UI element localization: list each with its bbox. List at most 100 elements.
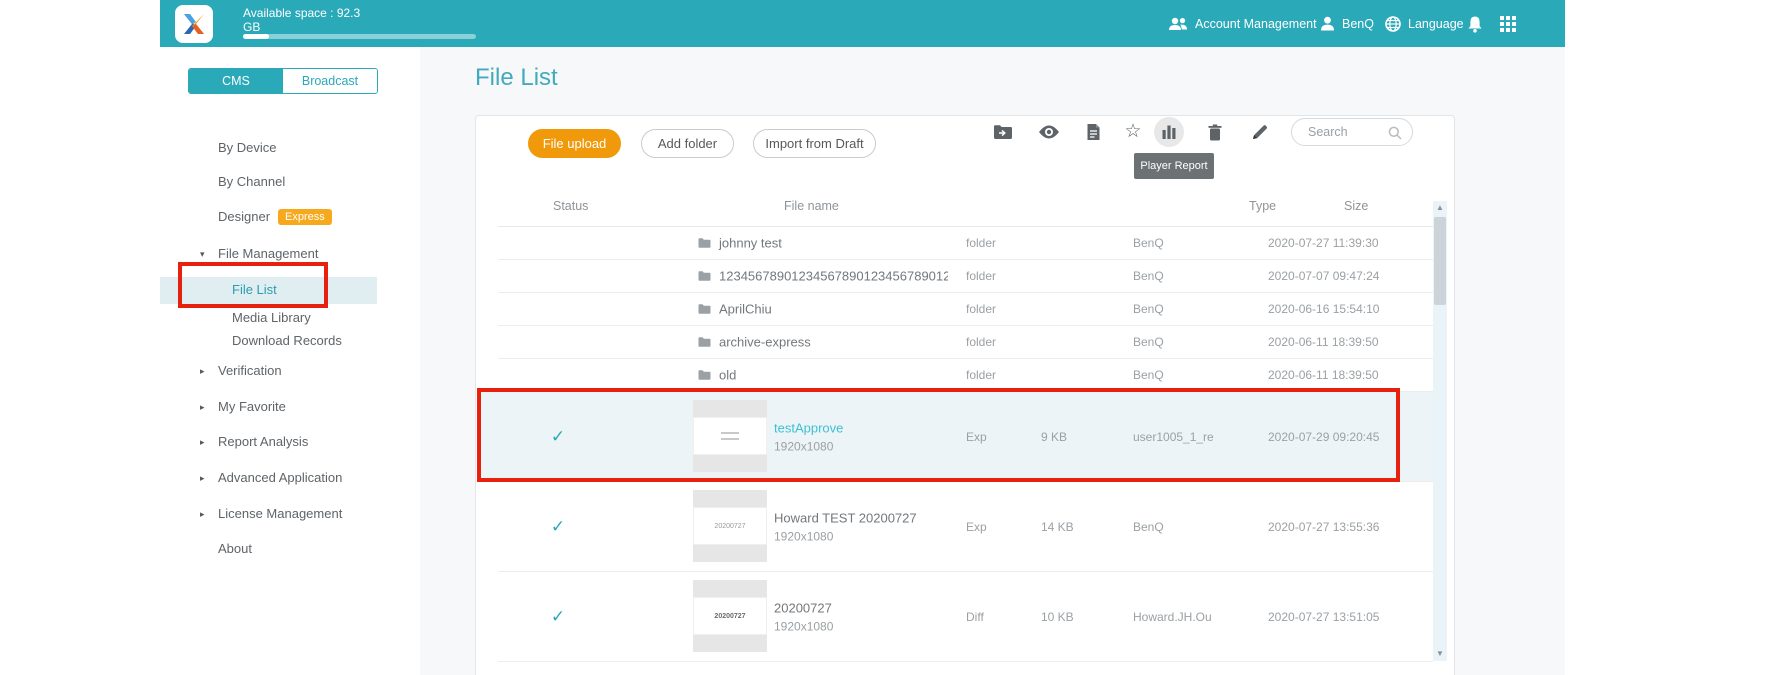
cell-type: Diff <box>966 610 984 624</box>
table-row-folder[interactable]: 1234567890123456789012345678901234567...… <box>498 260 1433 293</box>
cell-owner: Howard.JH.Ou <box>1133 610 1212 624</box>
page-title: File List <box>475 64 558 92</box>
table-row-file[interactable]: ✓ 20200727 20200727 1920x1080 Diff 10 KB… <box>498 572 1433 662</box>
scrollbar-thumb[interactable] <box>1434 217 1446 305</box>
scroll-down-arrow[interactable]: ▼ <box>1433 647 1447 661</box>
cell-owner: BenQ <box>1133 302 1164 316</box>
file-thumbnail[interactable] <box>693 400 767 474</box>
sidebar-item-file-management[interactable]: ▾ File Management <box>160 243 420 265</box>
cell-date: 2020-07-27 13:55:36 <box>1268 520 1379 534</box>
favorite-button[interactable]: ☆ <box>1122 121 1144 143</box>
folder-name: johnny test <box>719 236 782 251</box>
thumbnail-placeholder-lines <box>693 417 767 455</box>
sidebar-item-license-management[interactable]: ▸ License Management <box>160 503 420 525</box>
apps-launcher-button[interactable] <box>1500 0 1516 47</box>
search-box <box>1291 118 1413 146</box>
table-row-folder[interactable]: AprilChiu folder BenQ 2020-06-16 15:54:1… <box>498 293 1433 326</box>
table-body: johnny test folder BenQ 2020-07-27 11:39… <box>498 226 1433 662</box>
tab-cms[interactable]: CMS <box>189 69 283 93</box>
cell-owner: BenQ <box>1133 335 1164 349</box>
topbar: Available space : 92.3 GB Account Manage… <box>160 0 1565 47</box>
scroll-up-arrow[interactable]: ▲ <box>1433 201 1447 215</box>
vertical-scrollbar[interactable]: ▲ ▼ <box>1433 201 1447 661</box>
sidebar-item-my-favorite[interactable]: ▸ My Favorite <box>160 396 420 418</box>
cell-type: Exp <box>966 520 987 534</box>
player-report-button[interactable] <box>1158 121 1180 143</box>
space-usage-bar <box>243 34 476 39</box>
file-detail-button[interactable] <box>1082 121 1104 143</box>
file-upload-button[interactable]: File upload <box>528 129 621 158</box>
mode-tabs: CMS Broadcast <box>188 68 378 94</box>
preview-button[interactable] <box>1038 121 1060 143</box>
chevron-down-icon: ▾ <box>200 243 205 265</box>
globe-icon <box>1385 16 1401 32</box>
cell-type: folder <box>966 335 996 349</box>
delete-button[interactable] <box>1204 121 1226 143</box>
file-list-panel: File upload Add folder Import from Draft <box>475 115 1455 675</box>
folder-name: AprilChiu <box>719 302 772 317</box>
cell-owner: user1005_1_re <box>1133 430 1214 444</box>
user-menu[interactable]: BenQ <box>1320 0 1374 47</box>
people-icon <box>1168 17 1188 31</box>
cell-size: 14 KB <box>1041 520 1074 534</box>
table-row-file-selected[interactable]: ✓ testApprove 1920x1080 Exp 9 KB user100… <box>498 392 1433 482</box>
player-report-tooltip: Player Report <box>1134 153 1214 179</box>
cell-size: 9 KB <box>1041 430 1067 444</box>
language-label: Language <box>1408 17 1464 31</box>
language-menu[interactable]: Language <box>1385 0 1464 47</box>
sidebar-item-advanced-application[interactable]: ▸ Advanced Application <box>160 467 420 489</box>
move-to-folder-button[interactable] <box>992 121 1014 143</box>
chevron-right-icon: ▸ <box>200 431 205 453</box>
add-folder-button[interactable]: Add folder <box>641 129 734 158</box>
sidebar-item-download-records[interactable]: Download Records <box>160 330 420 352</box>
xsign-logo[interactable] <box>175 5 213 43</box>
folder-icon <box>698 238 711 249</box>
folder-name: old <box>719 368 736 383</box>
file-name-link[interactable]: testApprove <box>774 420 843 435</box>
table-row-folder[interactable]: old folder BenQ 2020-06-11 18:39:50 <box>498 359 1433 392</box>
search-icon[interactable] <box>1388 126 1402 140</box>
sidebar-item-report-analysis[interactable]: ▸ Report Analysis <box>160 431 420 453</box>
cell-date: 2020-07-27 11:39:30 <box>1268 236 1379 250</box>
table-row-folder[interactable]: johnny test folder BenQ 2020-07-27 11:39… <box>498 227 1433 260</box>
file-thumbnail[interactable]: 20200727 <box>693 580 767 654</box>
cell-type: folder <box>966 236 996 250</box>
table-row-file[interactable]: ✓ 20200727 Howard TEST 20200727 1920x108… <box>498 482 1433 572</box>
folder-icon <box>698 271 711 282</box>
express-badge: Express <box>278 209 332 225</box>
bell-icon <box>1467 15 1483 33</box>
sidebar-item-by-channel[interactable]: By Channel <box>160 171 420 193</box>
folder-name: archive-express <box>719 335 811 350</box>
notifications-button[interactable] <box>1467 0 1483 47</box>
file-name[interactable]: Howard TEST 20200727 <box>774 510 917 525</box>
cell-date: 2020-07-27 13:51:05 <box>1268 610 1379 624</box>
column-header-status: Status <box>553 199 588 213</box>
preview-eye-icon <box>1038 125 1060 139</box>
user-name-label: BenQ <box>1342 17 1374 31</box>
cell-owner: BenQ <box>1133 269 1164 283</box>
apps-grid-icon <box>1500 16 1516 32</box>
search-input[interactable] <box>1308 120 1388 144</box>
status-approved-icon: ✓ <box>546 427 570 447</box>
folder-name: 1234567890123456789012345678901234567... <box>719 269 948 284</box>
cell-type: folder <box>966 368 996 382</box>
account-management-button[interactable]: Account Management <box>1168 0 1317 47</box>
import-from-draft-button[interactable]: Import from Draft <box>753 129 876 158</box>
edit-button[interactable] <box>1249 121 1271 143</box>
file-document-icon <box>1086 123 1101 141</box>
sidebar-item-about[interactable]: About <box>160 538 420 560</box>
sidebar: CMS Broadcast By Device By Channel Desig… <box>160 47 420 675</box>
sidebar-item-verification[interactable]: ▸ Verification <box>160 360 420 382</box>
sidebar-item-media-library[interactable]: Media Library <box>160 307 420 329</box>
sidebar-item-file-list[interactable]: File List <box>160 279 420 301</box>
move-to-folder-icon <box>993 124 1013 140</box>
sidebar-item-by-device[interactable]: By Device <box>160 137 420 159</box>
file-thumbnail[interactable]: 20200727 <box>693 490 767 564</box>
tab-broadcast[interactable]: Broadcast <box>283 69 377 93</box>
cell-date: 2020-06-11 18:39:50 <box>1268 335 1379 349</box>
file-resolution: 1920x1080 <box>774 439 843 453</box>
file-name[interactable]: 20200727 <box>774 600 833 615</box>
chevron-right-icon: ▸ <box>200 503 205 525</box>
table-row-folder[interactable]: archive-express folder BenQ 2020-06-11 1… <box>498 326 1433 359</box>
sidebar-item-designer[interactable]: DesignerExpress <box>160 206 420 228</box>
